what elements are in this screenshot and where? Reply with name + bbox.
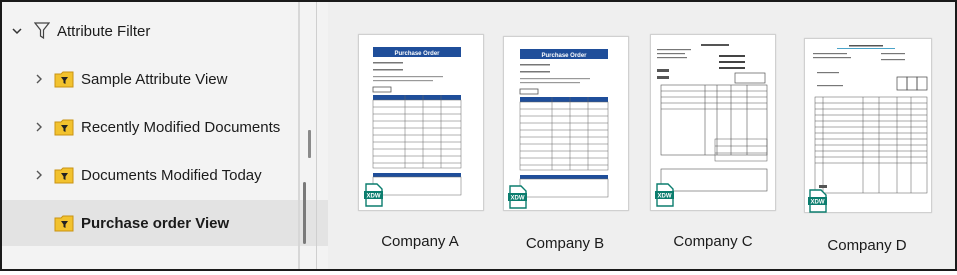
file-thumbnail-view: Purchase Order XDW Company A Purchase Or… xyxy=(328,2,955,269)
tree-item-recently-modified-documents[interactable]: Recently Modified Documents xyxy=(2,104,328,150)
tree-item-sample-attribute-view[interactable]: Sample Attribute View xyxy=(2,56,328,102)
filter-folder-icon xyxy=(54,119,74,136)
pane-splitter[interactable] xyxy=(298,2,300,269)
xdw-file-icon: XDW xyxy=(808,189,827,213)
filter-folder-icon xyxy=(54,71,74,88)
file-name[interactable]: Company C xyxy=(643,233,783,250)
xdw-file-icon: XDW xyxy=(655,183,674,207)
xdw-file-icon: XDW xyxy=(508,185,527,209)
file-thumbnail[interactable] xyxy=(804,38,932,213)
file-name[interactable]: Company A xyxy=(350,233,490,250)
tree-item-label: Documents Modified Today xyxy=(81,166,262,184)
attribute-filter-window: Attribute Filter Sample Attribute View R… xyxy=(0,0,957,271)
tree-root-attribute-filter[interactable]: Attribute Filter xyxy=(2,8,306,54)
tree-item-label: Sample Attribute View xyxy=(81,70,228,88)
doc-title: Purchase Order xyxy=(541,53,587,59)
tree-scrollbar-thumb[interactable] xyxy=(303,182,306,244)
document-preview xyxy=(813,45,928,194)
svg-text:XDW: XDW xyxy=(658,194,672,200)
tree-item-label: Recently Modified Documents xyxy=(81,118,281,136)
folder-tree: Attribute Filter Sample Attribute View R… xyxy=(2,2,350,269)
svg-text:XDW: XDW xyxy=(511,196,525,202)
file-name[interactable]: Company D xyxy=(797,237,937,254)
doc-title: Purchase Order xyxy=(394,51,440,57)
chevron-down-icon[interactable] xyxy=(10,24,24,38)
chevron-right-icon[interactable] xyxy=(32,168,46,182)
chevron-right-icon[interactable] xyxy=(32,120,46,134)
filter-folder-icon xyxy=(54,215,74,232)
tree-item-documents-modified-today[interactable]: Documents Modified Today xyxy=(2,152,328,198)
splitter-grip[interactable] xyxy=(308,130,311,158)
tree-item-label: Purchase order View xyxy=(81,214,230,232)
svg-text:XDW: XDW xyxy=(811,200,825,206)
svg-text:XDW: XDW xyxy=(367,194,381,200)
tree-root-label: Attribute Filter xyxy=(57,22,151,40)
xdw-file-icon: XDW xyxy=(364,183,383,207)
file-name[interactable]: Company B xyxy=(495,235,635,252)
pane-divider xyxy=(316,2,317,269)
filter-icon xyxy=(33,22,51,40)
chevron-right-icon[interactable] xyxy=(32,72,46,86)
filter-folder-icon xyxy=(54,167,74,184)
